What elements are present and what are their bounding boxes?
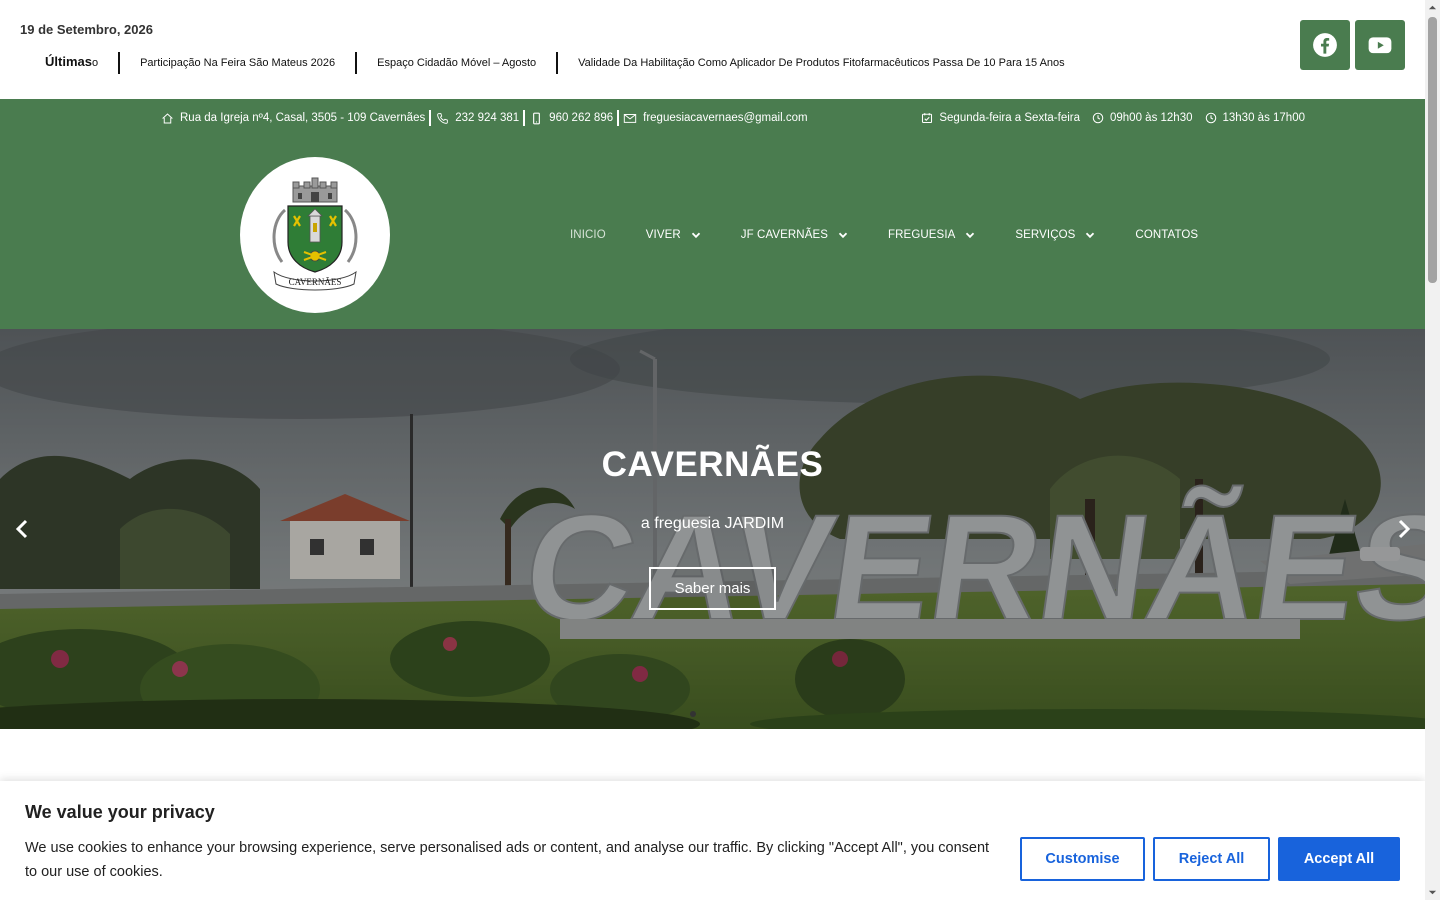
main-navigation: INICIO VIVER JF CAVERNÃES FREGUESIA SERV… <box>570 229 1238 241</box>
ticker-item[interactable]: Espaço Cidadão Móvel – Agosto <box>357 57 556 69</box>
nav-viver[interactable]: VIVER <box>646 229 701 241</box>
clock-icon <box>1092 112 1104 124</box>
hours-afternoon: 13h30 às 17h00 <box>1222 112 1306 124</box>
ticker-item[interactable]: Validade Da Habilitação Como Aplicador D… <box>558 57 1080 69</box>
chevron-down-icon <box>691 232 700 239</box>
hero-subtitle: a freguesia JARDIM <box>640 515 785 532</box>
phone-icon <box>435 111 449 125</box>
email-text[interactable]: freguesiacavernaes@gmail.com <box>643 112 807 124</box>
mobile-text[interactable]: 960 262 896 <box>549 112 613 124</box>
saber-mais-button[interactable]: Saber mais <box>649 567 776 610</box>
page-scrollbar[interactable] <box>1425 0 1440 900</box>
top-bar: 19 de Setembro, 2026 Últimas o Participa… <box>0 0 1425 99</box>
opening-hours: Segunda-feira a Sexta-feira 09h00 às 12h… <box>921 109 1305 127</box>
chevron-left-icon[interactable] <box>11 517 35 541</box>
phone-text[interactable]: 232 924 381 <box>455 112 519 124</box>
coat-of-arms-icon: CAVERNÃES <box>272 177 358 291</box>
nav-freguesia[interactable]: FREGUESIA <box>888 229 975 241</box>
hours-morning: 09h00 às 12h30 <box>1110 112 1193 124</box>
cookie-consent-banner: We value your privacy We use cookies to … <box>0 781 1425 900</box>
home-icon <box>160 111 174 125</box>
nav-label: CONTATOS <box>1135 229 1199 241</box>
hero-slider: CAVERNÃES CAVERNÃES a freguesia JARDIM S… <box>0 329 1425 729</box>
slider-dots <box>690 711 696 717</box>
mobile-icon <box>529 111 543 125</box>
scrollbar-thumb[interactable] <box>1428 17 1437 283</box>
logo-ribbon-text: CAVERNÃES <box>289 277 342 287</box>
divider <box>523 110 526 126</box>
nav-contatos[interactable]: CONTATOS <box>1135 229 1198 241</box>
youtube-button[interactable] <box>1355 20 1405 70</box>
clock-icon <box>1205 112 1217 124</box>
cookie-title: We value your privacy <box>25 802 215 822</box>
slider-dot[interactable] <box>690 711 696 717</box>
scroll-down-icon[interactable] <box>1428 888 1437 897</box>
ticker-label: Últimas <box>45 53 92 69</box>
nav-jf-cavernaes[interactable]: JF CAVERNÃES <box>741 229 848 241</box>
nav-label: VIVER <box>645 229 681 241</box>
facebook-icon <box>1313 33 1337 57</box>
ticker-item[interactable]: o <box>92 57 118 69</box>
contact-infobar: Rua da Igreja nº4, Casal, 3505 - 109 Cav… <box>160 109 808 127</box>
nav-label: JF CAVERNÃES <box>740 229 829 241</box>
nav-label: SERVIÇOS <box>1015 229 1076 241</box>
nav-servicos[interactable]: SERVIÇOS <box>1015 229 1095 241</box>
accept-all-button[interactable]: Accept All <box>1278 837 1400 881</box>
opening-days: Segunda-feira a Sexta-feira <box>939 112 1080 124</box>
reject-all-button[interactable]: Reject All <box>1153 837 1270 881</box>
chevron-down-icon <box>1086 232 1095 239</box>
ticker-item[interactable]: Participação Na Feira São Mateus 2026 <box>120 57 355 69</box>
youtube-icon <box>1368 37 1392 54</box>
news-ticker: Últimas o Participação Na Feira São Mate… <box>20 50 1080 76</box>
calendar-check-icon <box>921 112 933 124</box>
scroll-up-icon[interactable] <box>1428 3 1437 12</box>
envelope-icon <box>623 111 637 125</box>
address-text: Rua da Igreja nº4, Casal, 3505 - 109 Cav… <box>180 112 426 124</box>
divider <box>617 110 620 126</box>
ticker-items: o Participação Na Feira São Mateus 2026 … <box>92 52 1080 74</box>
coat-of-arms-logo[interactable]: CAVERNÃES <box>240 157 390 313</box>
site-header: Rua da Igreja nº4, Casal, 3505 - 109 Cav… <box>0 99 1425 329</box>
hero-title: CAVERNÃES <box>601 445 824 484</box>
nav-inicio[interactable]: INICIO <box>570 229 606 241</box>
divider <box>429 110 432 126</box>
chevron-down-icon <box>838 232 848 239</box>
facebook-button[interactable] <box>1300 20 1350 70</box>
cookie-text: We use cookies to enhance your browsing … <box>25 840 990 880</box>
current-date: 19 de Setembro, 2026 <box>20 22 153 37</box>
chevron-right-icon[interactable] <box>1391 517 1415 541</box>
nav-label: INICIO <box>570 229 606 241</box>
nav-label: FREGUESIA <box>888 229 956 241</box>
chevron-down-icon <box>966 232 975 239</box>
customise-button[interactable]: Customise <box>1020 837 1145 881</box>
